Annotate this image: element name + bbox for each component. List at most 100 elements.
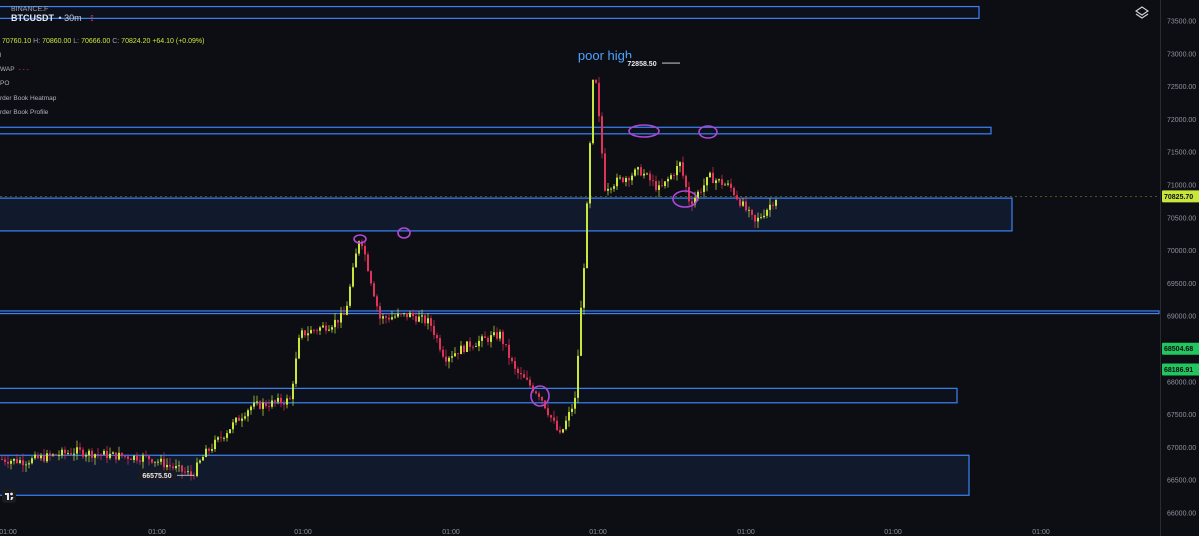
candle-body	[565, 420, 567, 430]
candle-body	[310, 329, 312, 334]
candle-body	[199, 460, 201, 463]
candle-body	[418, 316, 420, 322]
indicator-item[interactable]: l	[0, 52, 1, 59]
price-tag-0: 68504.68	[1164, 346, 1193, 353]
candle-body	[10, 460, 12, 464]
layers-icon[interactable]	[1135, 6, 1149, 20]
candle-body	[142, 455, 144, 462]
candle-body	[547, 408, 549, 416]
candle-body	[181, 465, 183, 472]
candle-body	[517, 368, 519, 373]
candle-body	[406, 313, 408, 318]
price-tick-label: 72500.00	[1167, 84, 1196, 91]
candle-body	[382, 316, 384, 319]
chart-area[interactable]: poor high 72858.50 66575.50	[0, 0, 1160, 524]
indicator-orderbook-profile[interactable]: rder Book Profile	[0, 109, 48, 116]
candle-body	[511, 357, 513, 362]
candle-body	[334, 319, 336, 328]
candle-body	[742, 201, 744, 206]
price-tick-label: 69000.00	[1167, 314, 1196, 321]
candle-body	[727, 183, 729, 185]
candle-body	[664, 181, 666, 186]
candle-body	[589, 143, 591, 204]
candle-body	[109, 453, 111, 459]
candle-body	[214, 439, 216, 450]
symbol-name[interactable]: BTCUSDT	[11, 13, 54, 23]
candle-body	[505, 344, 507, 345]
candle-body	[232, 422, 234, 430]
candle-body	[73, 453, 75, 455]
candle-body	[88, 450, 90, 456]
candle-body	[241, 418, 243, 421]
candle-body	[43, 455, 45, 462]
high-price-label: 72858.50	[627, 61, 656, 68]
candle-body	[553, 417, 555, 421]
symbol-row[interactable]: BTCUSDT • 30m ⟟	[11, 13, 94, 24]
candle-body	[658, 185, 660, 191]
candle-body	[343, 312, 345, 315]
indicator-tpo[interactable]: PO	[0, 80, 9, 87]
candle-body	[709, 172, 711, 178]
candle-body	[262, 402, 264, 409]
candle-body	[682, 162, 684, 176]
candle-body	[223, 437, 225, 439]
candle-body	[583, 268, 585, 308]
current-price-tag: 70825.70	[1164, 194, 1193, 201]
candle-body	[667, 179, 669, 182]
candle-body	[292, 383, 294, 400]
candle-body	[265, 402, 267, 407]
timeframe-label[interactable]: • 30m	[59, 13, 82, 23]
candle-body	[601, 116, 603, 154]
candle-body	[574, 397, 576, 409]
candle-body	[676, 166, 678, 176]
candle-body	[22, 460, 24, 466]
candle-body	[730, 183, 732, 189]
candle-body	[319, 327, 321, 331]
candle-body	[523, 374, 525, 378]
candle-body	[220, 437, 222, 439]
candle-body	[715, 180, 717, 184]
candle-body	[610, 188, 612, 190]
zone-box	[0, 310, 1160, 315]
candle-body	[19, 460, 21, 463]
price-chart[interactable]: poor high72858.50 66575.50	[0, 0, 1160, 524]
price-tick-label: 71000.00	[1167, 183, 1196, 190]
candle-body	[493, 332, 495, 336]
candle-body	[376, 296, 378, 307]
close-value: 70824.20	[121, 38, 151, 45]
pin-icon[interactable]: ⟟	[90, 13, 93, 23]
candle-body	[37, 454, 39, 459]
candle-body	[256, 401, 258, 403]
candle-body	[484, 336, 486, 338]
candle-body	[679, 162, 681, 167]
candle-body	[136, 455, 138, 461]
candle-body	[670, 175, 672, 180]
candle-body	[640, 167, 642, 176]
candle-body	[313, 329, 315, 331]
candle-body	[286, 398, 288, 405]
candle-body	[559, 430, 561, 433]
candle-body	[349, 286, 351, 306]
price-tick-label: 71500.00	[1167, 150, 1196, 157]
candle-body	[268, 406, 270, 407]
indicator-orderbook-heatmap[interactable]: rder Book Heatmap	[0, 95, 56, 102]
candle-body	[70, 453, 72, 455]
candle-body	[322, 325, 324, 328]
candle-body	[337, 319, 339, 323]
zone-box	[0, 197, 1013, 232]
candle-body	[385, 316, 387, 318]
candle-body	[427, 318, 429, 324]
candle-body	[442, 349, 444, 357]
candle-body	[661, 185, 663, 187]
candle-body	[751, 209, 753, 215]
indicator-vwap[interactable]: WAP - - -	[0, 66, 29, 73]
price-axis[interactable]: 66000.00 66500.00 67000.00 67500.00 68000.00…	[1160, 0, 1199, 536]
candle-body	[514, 361, 516, 369]
tradingview-logo-icon[interactable]	[2, 489, 16, 503]
candle-body	[571, 408, 573, 412]
indicator-vwap-label[interactable]: WAP	[0, 66, 15, 73]
candle-body	[94, 454, 96, 458]
candle-body	[121, 452, 123, 457]
candle-body	[304, 330, 306, 336]
candle-body	[259, 401, 261, 409]
